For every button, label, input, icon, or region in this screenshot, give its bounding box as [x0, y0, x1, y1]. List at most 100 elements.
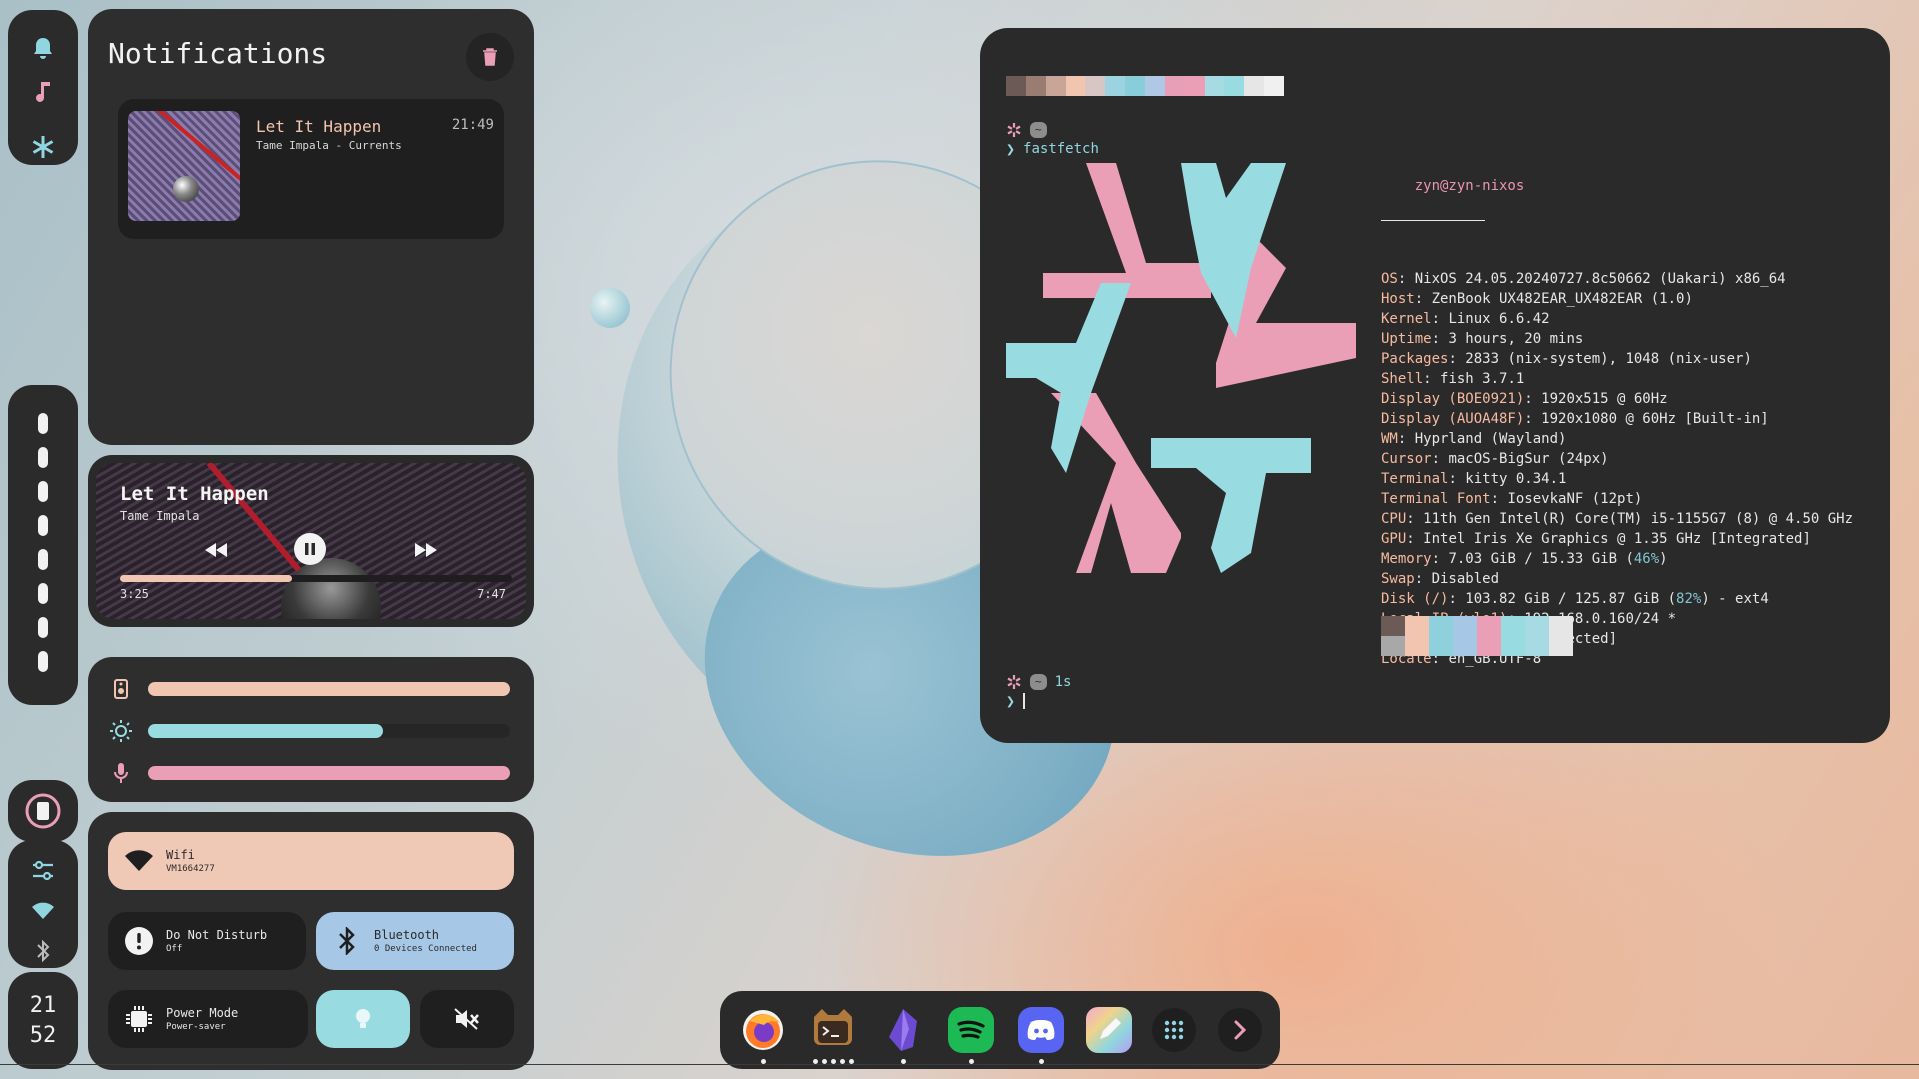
info-value: Disabled: [1431, 571, 1500, 587]
progress-track[interactable]: [120, 575, 512, 582]
wifi-icon[interactable]: [25, 894, 61, 928]
text-cursor: [1023, 693, 1026, 709]
info-value: macOS-BigSur (24px): [1448, 451, 1609, 467]
workspace-6[interactable]: [38, 583, 48, 604]
workspace-5[interactable]: [38, 549, 48, 570]
power-mode-status: Power-saver: [166, 1022, 226, 1032]
next-button[interactable]: [406, 535, 446, 565]
player-duration: 7:47: [477, 587, 506, 601]
info-value: kitty 0.34.1: [1465, 471, 1567, 487]
nixos-logo-icon: [1006, 163, 1356, 573]
night-light-toggle[interactable]: [316, 990, 410, 1048]
info-value: Linux 6.6.42: [1448, 311, 1550, 327]
notifications-title: Notifications: [108, 37, 328, 70]
wifi-network: VM1664277: [166, 864, 215, 874]
alert-icon: [122, 924, 156, 958]
grid-icon: [1164, 1020, 1184, 1040]
input-line[interactable]: ❯: [1006, 692, 1026, 710]
brightness-fill: [148, 724, 384, 738]
info-value: 2833 (nix-system), 1048 (nix-user): [1465, 351, 1752, 367]
sliders-icon[interactable]: [25, 854, 61, 888]
clear-notifications-button[interactable]: [466, 33, 514, 81]
info-key: Kernel: [1381, 311, 1432, 327]
info-line: GPU: Intel Iris Xe Graphics @ 1.35 GHz […: [1381, 531, 1811, 547]
prompt-caret-icon: ❯: [1006, 140, 1016, 158]
workspace-3[interactable]: [38, 481, 48, 502]
power-mode-toggle[interactable]: Power Mode Power-saver: [108, 990, 308, 1048]
terminal-window[interactable]: ~ ❯ fastfetch zyn@zyn-nixos OS: NixOS 24…: [980, 28, 1890, 743]
workspace-indicator: [8, 385, 78, 705]
info-line: CPU: 11th Gen Intel(R) Core(TM) i5-1155G…: [1381, 511, 1854, 527]
prompt-line-1: ~: [1006, 122, 1047, 138]
notification-title: Let It Happen: [256, 117, 382, 136]
obsidian-icon[interactable]: [880, 1007, 926, 1053]
info-line: Cursor: macOS-BigSur (24px): [1381, 451, 1609, 467]
workspace-8[interactable]: [38, 651, 48, 672]
bell-icon[interactable]: [25, 30, 61, 66]
info-key: Terminal: [1381, 471, 1449, 487]
bluetooth-toggle[interactable]: Bluetooth 0 Devices Connected: [316, 912, 514, 970]
info-key: Shell: [1381, 371, 1424, 387]
microphone-slider[interactable]: [148, 766, 510, 780]
dnd-status: Off: [166, 944, 183, 954]
lightbulb-icon: [356, 1009, 370, 1028]
info-line: Disk (/): 103.82 GiB / 125.87 GiB (82%) …: [1381, 591, 1769, 607]
mute-toggle[interactable]: [420, 990, 514, 1048]
command-line: ❯ fastfetch: [1006, 140, 1099, 158]
info-line: Swap: Disabled: [1381, 571, 1500, 587]
info-value: 11th Gen Intel(R) Core(TM) i5-1155G7 (8)…: [1423, 511, 1854, 527]
battery-icon: [25, 793, 61, 829]
info-key: GPU: [1381, 531, 1407, 547]
notification-card[interactable]: Let It Happen Tame Impala - Currents 21:…: [118, 99, 504, 239]
bluetooth-icon[interactable]: [25, 934, 61, 968]
info-value: 1920x1080 @ 60Hz [Built-in]: [1541, 411, 1769, 427]
color-palette: [1381, 616, 1573, 656]
info-key: Uptime: [1381, 331, 1432, 347]
volume-slider[interactable]: [148, 682, 510, 696]
notification-time: 21:49: [451, 117, 494, 133]
wifi-toggle[interactable]: Wifi VM1664277: [108, 832, 514, 890]
sliders-panel: [88, 657, 534, 802]
info-value: 7.03 GiB / 15.33 GiB (: [1448, 551, 1634, 567]
previous-button[interactable]: [196, 535, 236, 565]
power-mode-label: Power Mode: [166, 1006, 239, 1020]
terminal-icon[interactable]: [810, 1007, 856, 1053]
wallpaper-ball: [590, 288, 630, 328]
app-grid-button[interactable]: [1152, 1008, 1196, 1052]
sun-icon: [106, 719, 136, 743]
player-artwork: Let It Happen Tame Impala 3:25 7:47: [96, 463, 526, 619]
brightness-slider[interactable]: [148, 724, 510, 738]
microphone-icon: [106, 761, 136, 785]
bluetooth-icon: [330, 924, 364, 958]
microphone-fill: [148, 766, 510, 780]
prompt-line-2: ~ 1s: [1006, 674, 1071, 690]
firefox-icon[interactable]: [740, 1007, 786, 1053]
workspace-2[interactable]: [38, 447, 48, 468]
dock: [720, 991, 1280, 1069]
drawing-app-icon[interactable]: [1086, 1007, 1132, 1053]
nixos-snowflake-icon[interactable]: [25, 129, 61, 165]
dock-expand-button[interactable]: [1218, 1008, 1262, 1052]
left-bar: 21 52: [8, 10, 78, 1069]
nixos-icon: [1007, 675, 1021, 689]
info-line: Kernel: Linux 6.6.42: [1381, 311, 1550, 327]
dnd-label: Do Not Disturb: [166, 928, 268, 942]
info-line: WM: Hyprland (Wayland): [1381, 431, 1567, 447]
do-not-disturb-toggle[interactable]: Do Not Disturb Off: [108, 912, 306, 970]
info-key: CPU: [1381, 511, 1407, 527]
discord-icon[interactable]: [1018, 1007, 1064, 1053]
spotify-icon[interactable]: [948, 1007, 994, 1053]
info-highlight: 46%: [1633, 551, 1660, 567]
info-key: Packages: [1381, 351, 1449, 367]
workspace-7[interactable]: [38, 617, 48, 638]
battery-indicator[interactable]: [8, 780, 78, 842]
workspace-1[interactable]: [38, 413, 48, 434]
workspace-4[interactable]: [38, 515, 48, 536]
music-note-icon[interactable]: [25, 74, 61, 110]
pause-button[interactable]: [294, 533, 326, 565]
info-value: 103.82 GiB / 125.87 GiB (: [1465, 591, 1677, 607]
left-bar-top-group: [8, 10, 78, 165]
color-gradient-strip: [1006, 76, 1285, 96]
wifi-icon: [122, 844, 156, 878]
trash-icon: [483, 48, 497, 66]
